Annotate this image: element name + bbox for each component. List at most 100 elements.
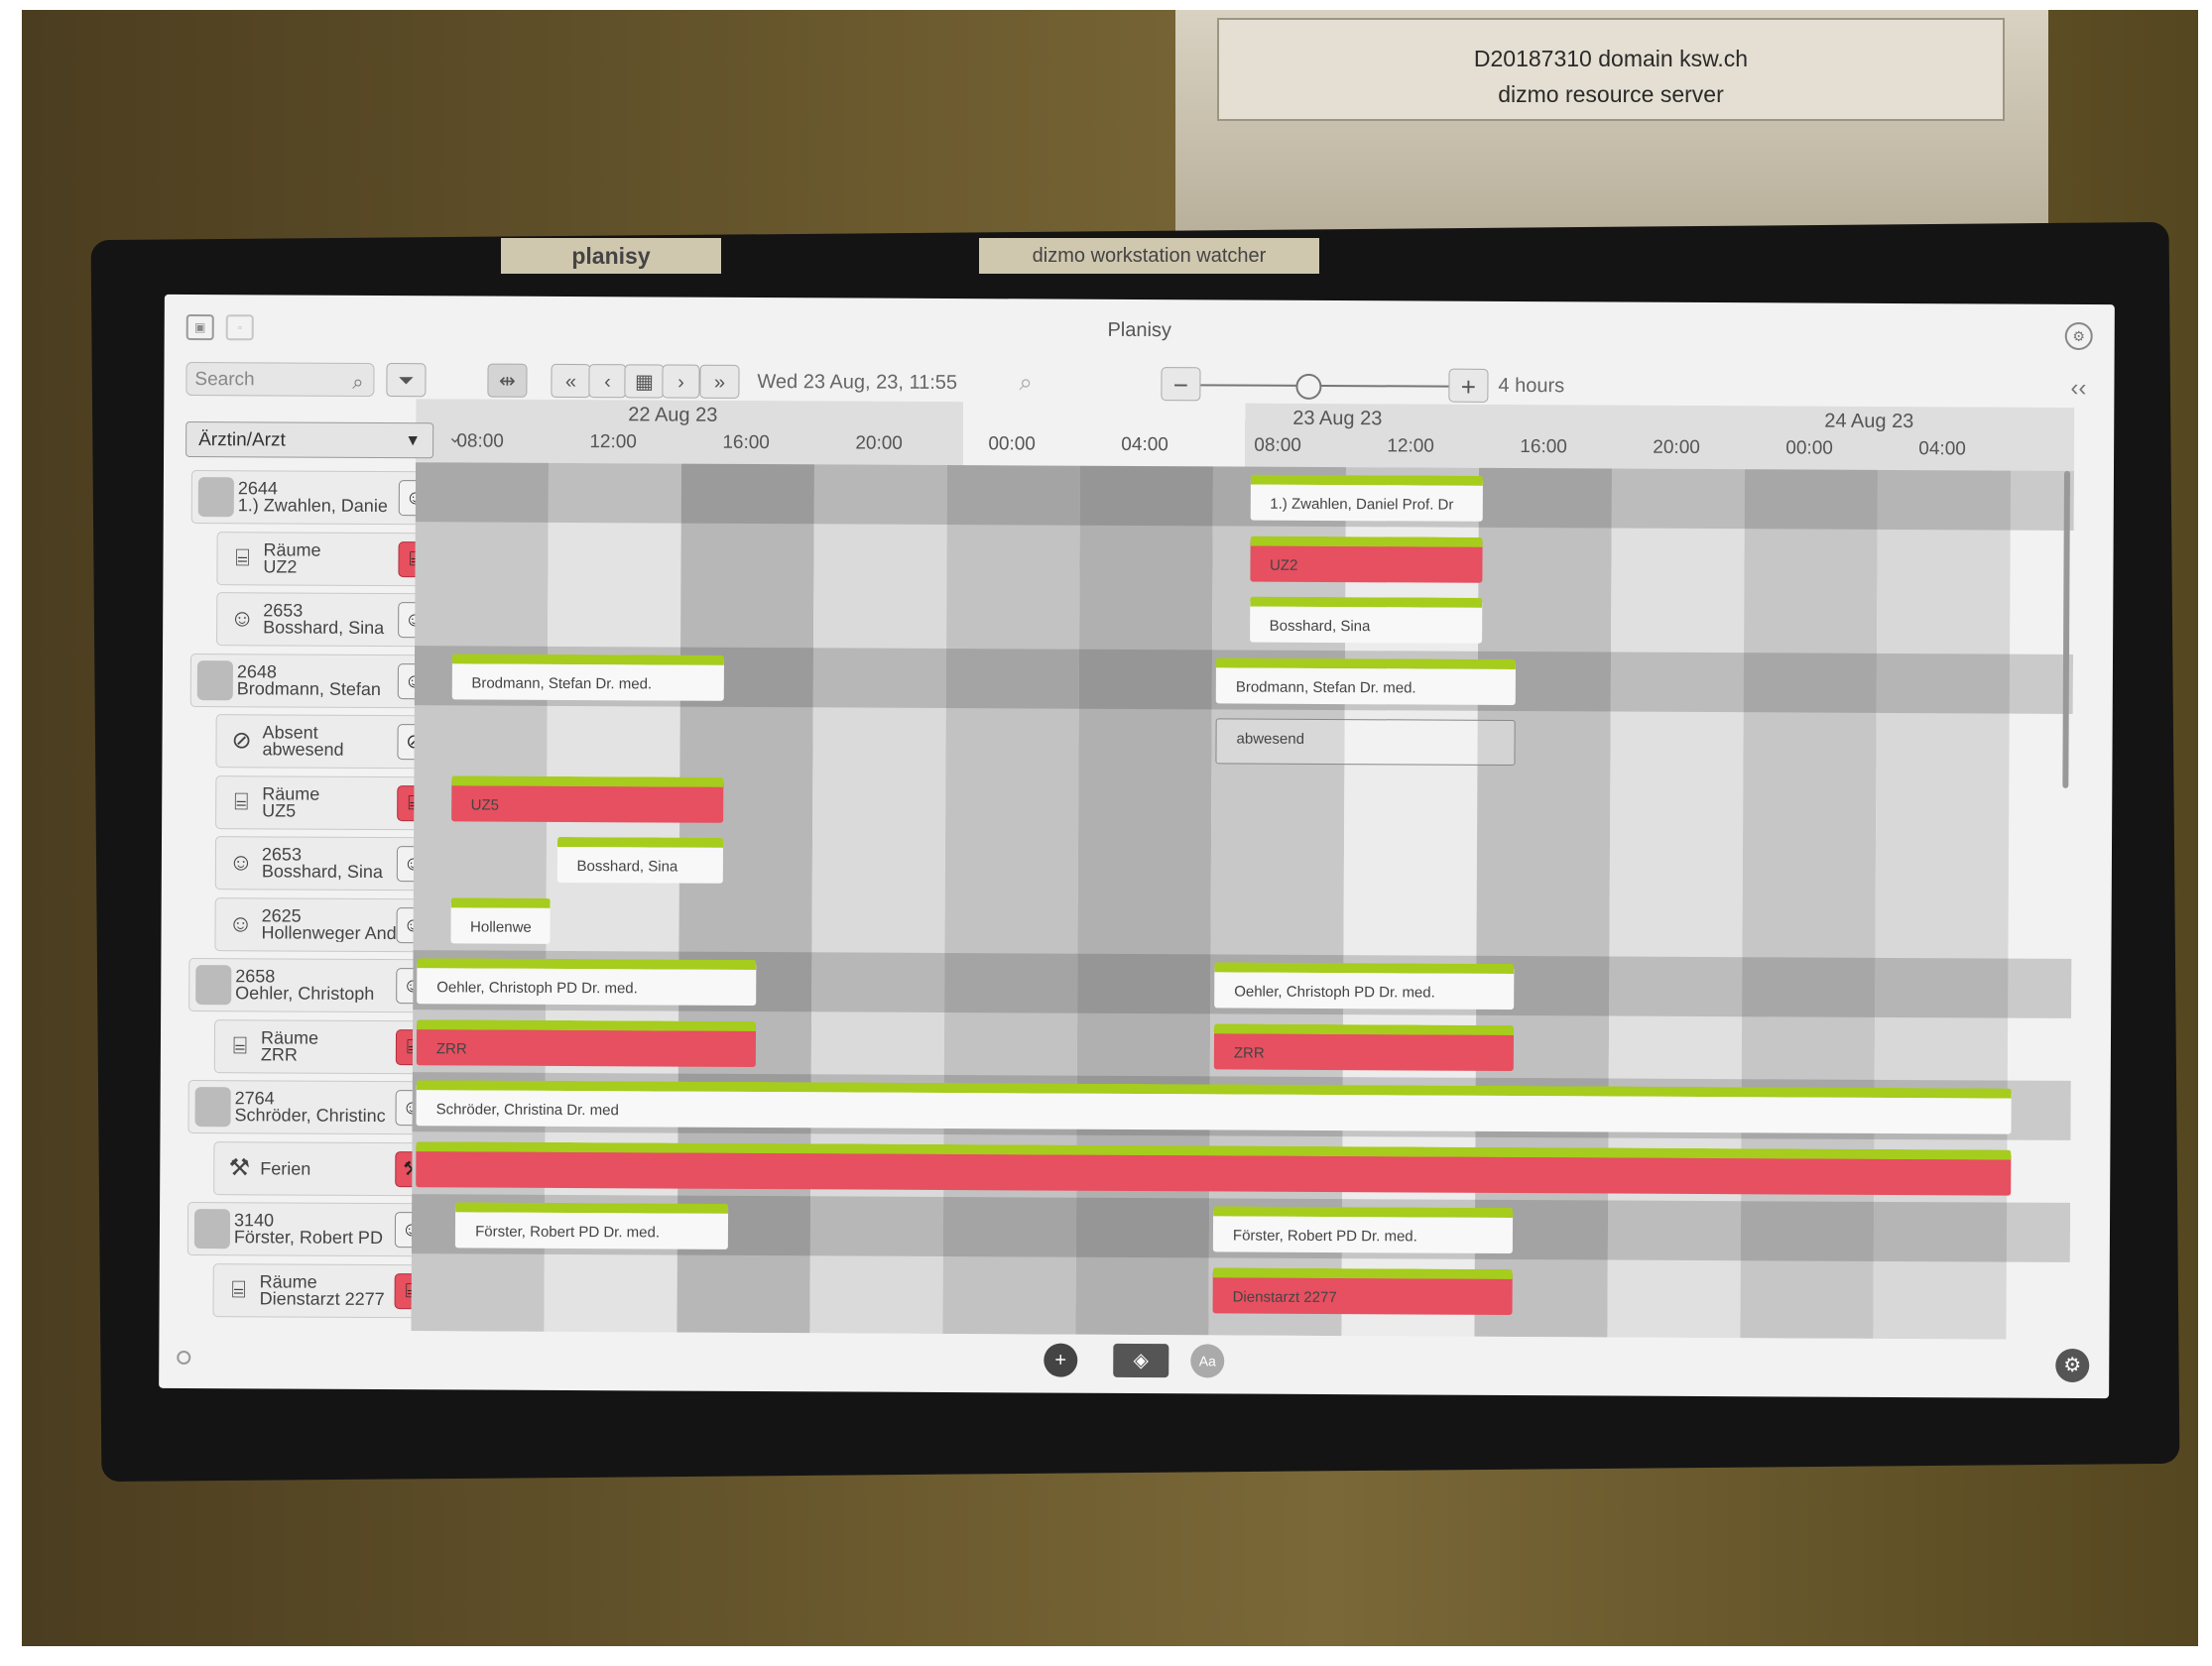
resource-line-2: UZ2 <box>263 557 298 576</box>
booking-bar[interactable]: Brodmann, Stefan Dr. med. <box>451 653 725 701</box>
current-datetime: Wed 23 Aug, 23, 11:55 <box>757 370 958 395</box>
resource-row[interactable]: 2648Brodmann, Stefan☺ <box>189 653 439 708</box>
booking-bar[interactable] <box>416 1140 2012 1196</box>
booking-bar[interactable]: abwesend <box>1215 718 1516 766</box>
booking-bar[interactable]: Schröder, Christina Dr. med <box>416 1080 2012 1134</box>
booking-bar[interactable]: Bosshard, Sina <box>1249 596 1483 644</box>
filter-button[interactable]: ⏷ <box>386 363 427 398</box>
app-title: Planisy <box>1107 318 1172 341</box>
resource-line-1: 2658 <box>235 966 276 987</box>
tools-icon: ⚒ <box>228 1153 251 1181</box>
booking-bar[interactable]: Oehler, Christoph PD Dr. med. <box>417 958 757 1006</box>
resource-line-2: Bosshard, Sina <box>263 619 385 638</box>
avatar <box>194 1087 231 1128</box>
hour-label: 20:00 <box>855 432 903 454</box>
resource-row[interactable]: ⌸RäumeZRR⌸ <box>213 1018 437 1074</box>
resource-row[interactable]: 3140Förster, Robert PD☺ <box>186 1201 436 1257</box>
calendar-button[interactable]: ▦ <box>624 364 665 399</box>
status-indicator <box>177 1350 191 1366</box>
search-icon[interactable]: ⌕ <box>352 366 363 400</box>
resource-row[interactable]: ⌸RäumeDienstarzt 2277⌸ <box>212 1262 435 1318</box>
fit-view-button[interactable]: ⇹ <box>487 363 528 398</box>
cabinet-label: D20187310 domain ksw.ch dizmo resource s… <box>1217 18 2005 121</box>
booking-bar[interactable]: UZ2 <box>1249 536 1483 583</box>
window-icon[interactable]: ▣ <box>185 313 214 341</box>
avatar <box>195 965 232 1006</box>
zoom-slider-track[interactable] <box>1200 384 1449 388</box>
zoom-search-icon[interactable]: ⌕ <box>1019 366 1033 400</box>
role-selector[interactable]: Ärztin/Arzt ▼ <box>185 420 434 459</box>
resource-line-1: Räume <box>260 1026 319 1048</box>
booking-bar[interactable]: UZ5 <box>450 774 724 823</box>
zoom-in-button[interactable]: + <box>1448 368 1489 403</box>
person-icon: ☺ <box>229 605 255 633</box>
dizmo-logo-icon: ◈ <box>1133 1349 1150 1372</box>
booking-bar[interactable]: Brodmann, Stefan Dr. med. <box>1215 656 1516 705</box>
resource-line-2: Brodmann, Stefan <box>236 679 381 698</box>
door-icon: ⌸ <box>231 1275 246 1303</box>
settings-button[interactable]: ⚙ <box>2055 1348 2090 1383</box>
resource-row[interactable]: 2764Schröder, Christinc☺ <box>187 1079 436 1135</box>
door-icon: ⌸ <box>232 1031 248 1059</box>
jump-forward-button[interactable]: » <box>699 364 740 399</box>
vertical-scrollbar[interactable] <box>2062 470 2070 788</box>
add-button[interactable]: + <box>1044 1343 1078 1377</box>
resource-row[interactable]: 26441.) Zwahlen, Danie☺ <box>190 470 439 526</box>
resource-line-2: ZRR <box>260 1045 298 1064</box>
resource-row[interactable]: ⌸RäumeUZ5⌸ <box>215 774 438 830</box>
minimize-icon[interactable]: ▫ <box>225 314 254 341</box>
zoom-slider-knob[interactable] <box>1294 373 1321 400</box>
resource-line-2: Hollenweger Andr <box>261 923 401 942</box>
resource-line-2: 1.) Zwahlen, Danie <box>237 497 388 516</box>
hour-label: 08:00 <box>456 430 504 452</box>
hour-label: 20:00 <box>1653 436 1700 458</box>
booking-bar[interactable]: Förster, Robert PD Dr. med. <box>455 1202 728 1250</box>
booking-bar[interactable]: Bosshard, Sina <box>556 836 724 884</box>
resource-line-1: 2648 <box>236 660 278 681</box>
booking-bar[interactable]: Oehler, Christoph PD Dr. med. <box>1214 962 1514 1010</box>
booking-bar[interactable]: ZRR <box>416 1018 756 1067</box>
day-label: 22 Aug 23 <box>628 404 718 426</box>
resource-line-2: Förster, Robert PD <box>233 1229 384 1248</box>
avatar <box>196 659 233 700</box>
resource-line-1: 2625 <box>261 904 302 926</box>
next-button[interactable]: › <box>662 364 700 399</box>
booking-bar[interactable]: Dienstarzt 2277 <box>1212 1266 1513 1315</box>
resource-row[interactable]: ☺2625Hollenweger Andr☺ <box>214 896 437 952</box>
resource-row[interactable]: ⌸RäumeUZ2⌸ <box>216 531 439 586</box>
plus-icon: + <box>1460 371 1477 402</box>
resource-row[interactable]: ⊘Absentabwesend⊘ <box>215 714 438 770</box>
booking-bar[interactable]: 1.) Zwahlen, Daniel Prof. Dr <box>1250 474 1483 522</box>
booking-bar[interactable]: ZRR <box>1213 1022 1514 1071</box>
dizmo-button[interactable]: ◈ <box>1113 1343 1169 1378</box>
hour-label: 04:00 <box>1121 433 1168 456</box>
search-input[interactable]: Search ⌕ <box>185 361 375 400</box>
collapse-panel-icon[interactable]: ‹‹ <box>2070 372 2086 406</box>
hour-label: 08:00 <box>1254 434 1301 456</box>
hour-label: 04:00 <box>1918 438 1966 460</box>
person-icon: ☺ <box>228 849 254 877</box>
absent-icon: ⊘ <box>231 727 252 755</box>
window-settings-icon[interactable]: ⚙ <box>2064 321 2093 351</box>
booking-bar[interactable]: Förster, Robert PD Dr. med. <box>1212 1206 1513 1253</box>
resource-row[interactable]: ⚒Ferien⚒ <box>213 1140 436 1196</box>
booking-bar[interactable]: Hollenwe <box>449 896 551 944</box>
avatar <box>193 1209 231 1250</box>
resource-line-1: Räume <box>263 538 321 560</box>
jump-back-button[interactable]: « <box>551 363 591 399</box>
resource-line-2: Oehler, Christoph <box>235 985 375 1004</box>
zoom-out-button[interactable]: − <box>1161 367 1201 402</box>
resource-line-1: 2653 <box>263 600 304 621</box>
resource-row[interactable]: 2658Oehler, Christoph☺ <box>188 957 437 1013</box>
resource-lane <box>415 462 2074 531</box>
resource-row[interactable]: ☺2653Bosshard, Sina☺ <box>214 836 438 892</box>
resource-line-1: 3140 <box>233 1210 275 1231</box>
search-placeholder: Search <box>194 369 255 391</box>
previous-button[interactable]: ‹ <box>588 364 627 399</box>
chevron-left-icon: ‹ <box>604 371 611 394</box>
server-cabinet: D20187310 domain ksw.ch dizmo resource s… <box>1175 10 2048 239</box>
font-size-button[interactable]: Aa <box>1190 1344 1225 1378</box>
resource-row[interactable]: ☺2653Bosshard, Sina☺ <box>216 592 439 648</box>
double-chevron-left-icon: « <box>564 370 577 394</box>
cabinet-label-line-2: dizmo resource server <box>1498 81 1724 107</box>
